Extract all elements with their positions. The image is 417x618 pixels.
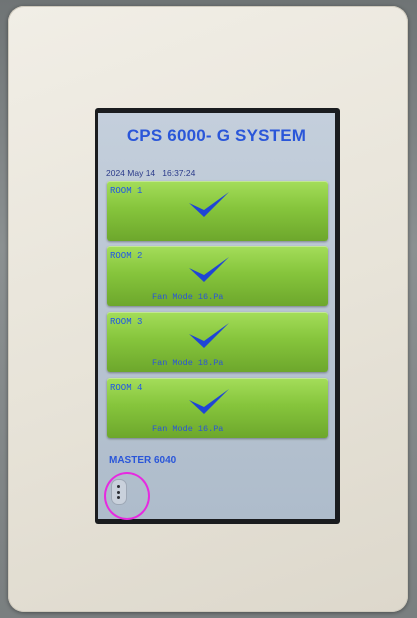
check-icon [189,389,229,414]
room-label: ROOM 4 [110,383,143,393]
room-tile-1[interactable]: ROOM 1 [107,181,328,241]
highlight-circle [104,472,150,520]
room-status: Fan Mode 16.Pa [152,424,224,434]
time: 16:37:24 [162,168,196,178]
room-tile-2[interactable]: ROOM 2 Fan Mode 16.Pa [107,246,328,306]
room-tile-3[interactable]: ROOM 3 Fan Mode 18.Pa [107,312,328,372]
room-label: ROOM 3 [110,317,143,327]
touch-screen: CPS 6000- G SYSTEM 2024 May 14 16:37:24 … [98,113,335,519]
check-icon [189,192,229,217]
room-label: ROOM 1 [110,186,143,196]
check-icon [189,257,229,282]
room-status: Fan Mode 16.Pa [152,292,224,302]
room-label: ROOM 2 [110,251,143,261]
check-icon [189,323,229,348]
room-status: Fan Mode 18.Pa [152,358,224,368]
room-tile-4[interactable]: ROOM 4 Fan Mode 16.Pa [107,378,328,438]
datetime: 2024 May 14 16:37:24 [106,168,195,178]
master-label: MASTER 6040 [109,455,177,466]
date: 2024 May 14 [106,168,156,178]
system-title: CPS 6000- G SYSTEM [126,126,307,145]
